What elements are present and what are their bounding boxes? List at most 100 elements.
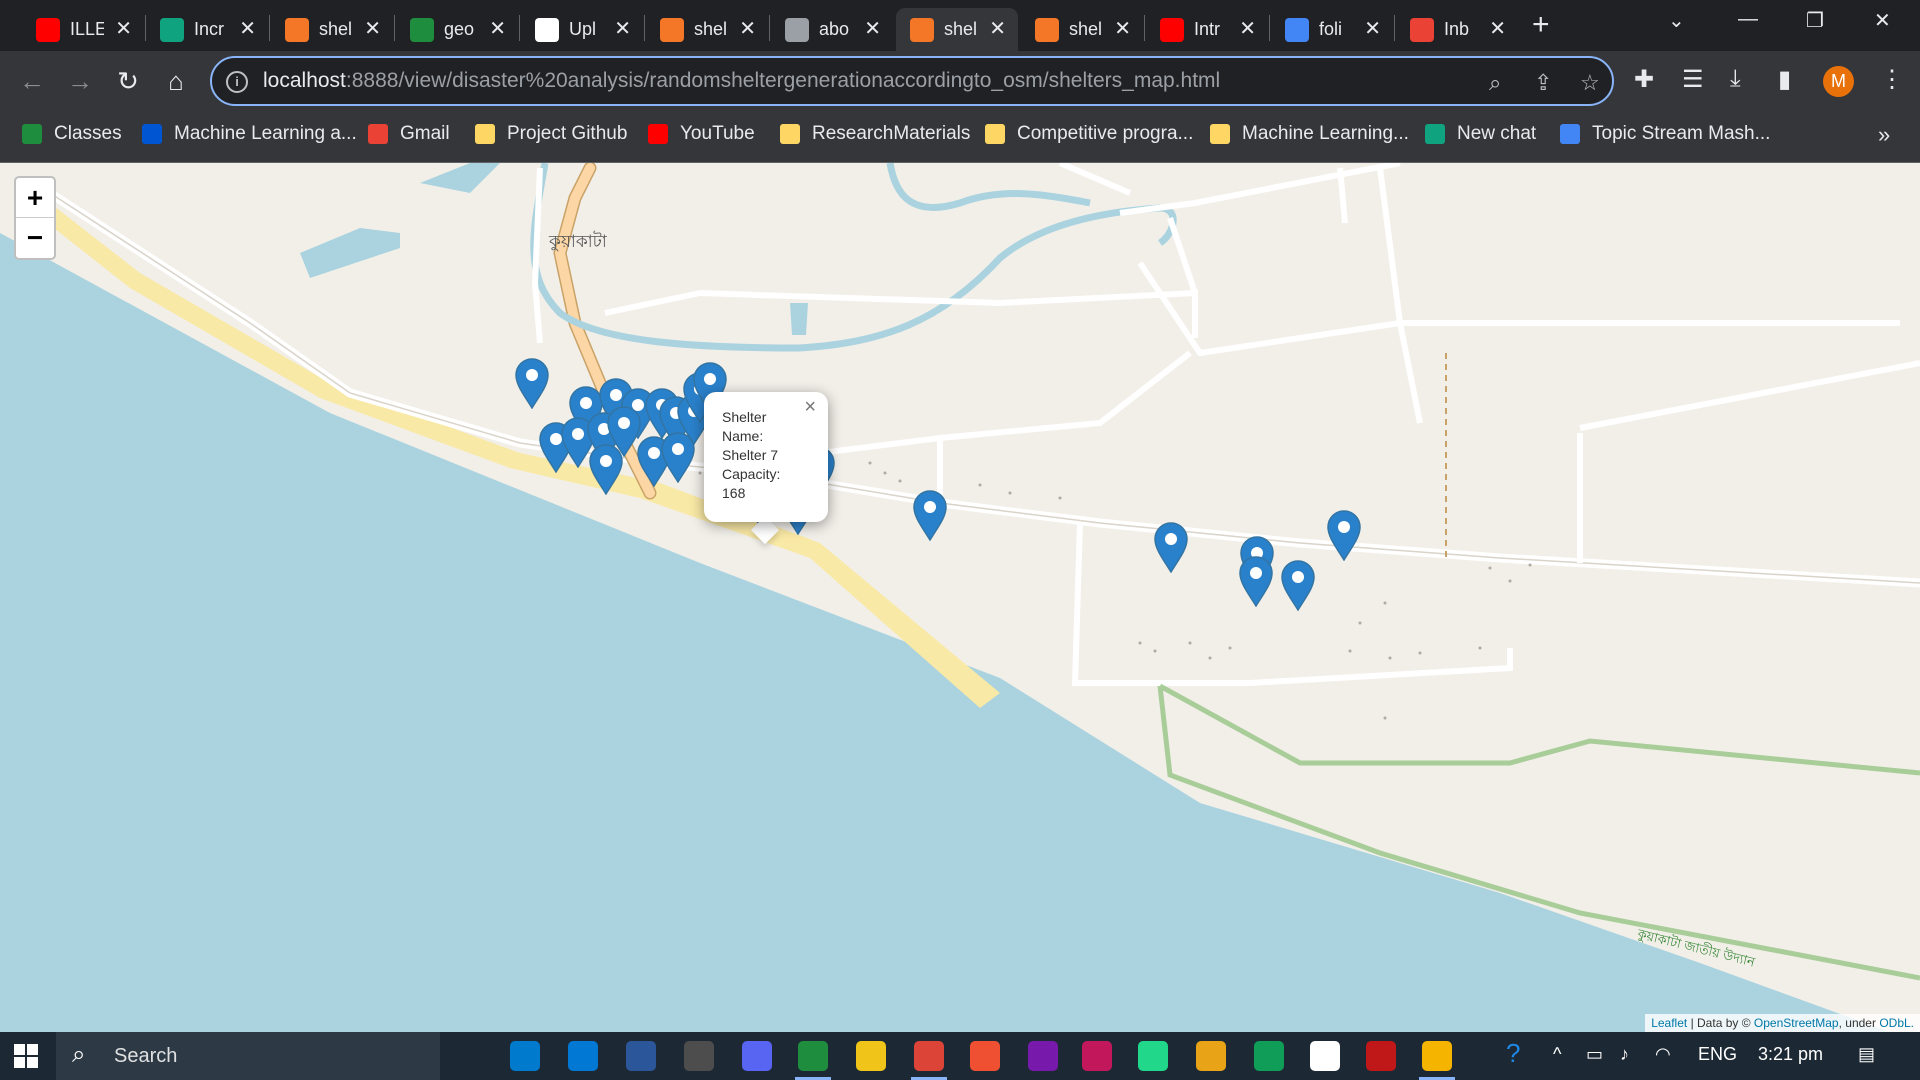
shelter-marker-icon[interactable] xyxy=(912,489,948,542)
vscode-icon[interactable] xyxy=(510,1041,540,1071)
tab-search-chevron-icon[interactable]: ⌄ xyxy=(1668,8,1685,33)
url-text[interactable]: localhost:8888/view/disaster%20analysis/… xyxy=(263,69,1220,93)
bookmark-item[interactable]: Competitive progra... xyxy=(985,123,1193,145)
bookmark-item[interactable]: YouTube xyxy=(648,123,755,145)
share-icon[interactable]: ⇪ xyxy=(1534,70,1552,96)
chrome-icon[interactable] xyxy=(1254,1041,1284,1071)
tab-close-icon[interactable]: ✕ xyxy=(1364,19,1381,39)
shelter-marker-icon[interactable] xyxy=(1153,521,1189,574)
browser-tab[interactable]: shel ✕ xyxy=(896,8,1018,51)
bookmark-item[interactable]: Project Github xyxy=(475,123,627,145)
tab-close-icon[interactable]: ✕ xyxy=(1114,19,1131,39)
bookmark-item[interactable]: Topic Stream Mash... xyxy=(1560,123,1770,145)
tab-close-icon[interactable]: ✕ xyxy=(989,19,1006,39)
notifications-icon[interactable]: ▤ xyxy=(1858,1044,1875,1065)
shelter-marker-icon[interactable] xyxy=(1238,555,1274,608)
reload-icon[interactable]: ↻ xyxy=(112,65,144,97)
bookmark-item[interactable]: Classes xyxy=(22,123,122,145)
browser-tab[interactable]: Incr ✕ xyxy=(146,8,268,51)
site-info-icon[interactable]: i xyxy=(226,71,248,93)
back-arrow-icon[interactable]: ← xyxy=(16,65,48,97)
minimize-icon[interactable]: — xyxy=(1738,8,1758,31)
browser-tab[interactable]: ILLE ✕ xyxy=(22,8,144,51)
leaflet-link[interactable]: Leaflet xyxy=(1651,1016,1687,1030)
tab-close-icon[interactable]: ✕ xyxy=(489,19,506,39)
bookmarks-overflow-button[interactable]: » xyxy=(1878,122,1890,148)
bookmark-item[interactable]: Machine Learning... xyxy=(1210,123,1409,145)
download-icon[interactable]: ⤓ xyxy=(1730,65,1741,93)
profile-avatar[interactable]: M xyxy=(1823,66,1854,97)
zoom-out-button[interactable]: − xyxy=(16,218,54,258)
popup-close-button[interactable]: × xyxy=(804,397,816,417)
new-tab-button[interactable]: + xyxy=(1532,10,1550,40)
browser-tab[interactable]: shel ✕ xyxy=(271,8,393,51)
osm-link[interactable]: OpenStreetMap xyxy=(1754,1016,1839,1030)
tab-close-icon[interactable]: ✕ xyxy=(115,19,132,39)
leaflet-map[interactable]: কুয়াকাটা কুয়াকাটা জাতীয় উদ্যান × Shel… xyxy=(0,163,1920,1032)
shelter-marker-icon[interactable] xyxy=(1326,509,1362,562)
browser-tab[interactable]: shel ✕ xyxy=(646,8,768,51)
windows-start-icon[interactable] xyxy=(14,1044,38,1068)
extensions-puzzle-icon[interactable]: ✚ xyxy=(1634,65,1654,94)
media-queue-icon[interactable]: ☰ xyxy=(1682,65,1704,94)
battery-icon[interactable]: ▭ xyxy=(1586,1044,1603,1065)
tab-close-icon[interactable]: ✕ xyxy=(239,19,256,39)
word-icon[interactable] xyxy=(626,1041,656,1071)
tab-close-icon[interactable]: ✕ xyxy=(864,19,881,39)
bookmark-item[interactable]: ResearchMaterials xyxy=(780,123,970,145)
bookmark-item[interactable]: Machine Learning a... xyxy=(142,123,357,145)
zoom-magnifier-icon[interactable]: ⌕ xyxy=(1489,70,1501,96)
tab-close-icon[interactable]: ✕ xyxy=(1489,19,1506,39)
onenote-icon[interactable] xyxy=(1028,1041,1058,1071)
address-bar[interactable]: i localhost:8888/view/disaster%20analysi… xyxy=(210,56,1614,106)
browser-tab[interactable]: foli ✕ xyxy=(1271,8,1393,51)
tab-title: Intr xyxy=(1194,19,1221,39)
shelter-marker-icon[interactable] xyxy=(1280,559,1316,612)
zoom-in-button[interactable]: + xyxy=(16,178,54,218)
task-view-icon[interactable] xyxy=(452,1041,482,1071)
tray-chevron-icon[interactable]: ^ xyxy=(1553,1044,1561,1065)
browser-tab[interactable]: Upl ✕ xyxy=(521,8,643,51)
tab-close-icon[interactable]: ✕ xyxy=(1239,19,1256,39)
shelter-marker-icon[interactable] xyxy=(514,357,550,410)
tab-close-icon[interactable]: ✕ xyxy=(614,19,631,39)
browser-tab[interactable]: Inb ✕ xyxy=(1396,8,1518,51)
file-explorer-icon[interactable] xyxy=(856,1041,886,1071)
restore-icon[interactable]: ❐ xyxy=(1806,8,1824,33)
layers-app-icon[interactable] xyxy=(1196,1041,1226,1071)
browser-tab[interactable]: geo ✕ xyxy=(396,8,518,51)
language-indicator[interactable]: ENG xyxy=(1698,1044,1737,1065)
photo-app-icon[interactable] xyxy=(1422,1041,1452,1071)
discord-icon[interactable] xyxy=(742,1041,772,1071)
odbl-link[interactable]: ODbL. xyxy=(1879,1016,1914,1030)
bookmark-item[interactable]: Gmail xyxy=(368,123,450,145)
shelter-marker-icon[interactable] xyxy=(588,443,624,496)
mail-icon[interactable] xyxy=(568,1041,598,1071)
pycharm-icon[interactable] xyxy=(1138,1041,1168,1071)
volume-icon[interactable]: ♪ xyxy=(1620,1044,1629,1065)
help-icon[interactable]: ? xyxy=(1506,1038,1520,1069)
wifi-icon[interactable]: ◠ xyxy=(1655,1044,1671,1065)
browser-tab[interactable]: Intr ✕ xyxy=(1146,8,1268,51)
taskbar-search[interactable]: ⌕ Search xyxy=(56,1032,440,1080)
home-icon[interactable]: ⌂ xyxy=(160,65,192,97)
browser-tab[interactable]: abo ✕ xyxy=(771,8,893,51)
chrome-icon[interactable] xyxy=(798,1041,828,1071)
terminal-icon[interactable] xyxy=(684,1041,714,1071)
shelter-marker-icon[interactable] xyxy=(660,431,696,484)
screen-record-icon[interactable] xyxy=(1082,1041,1112,1071)
kebab-menu-icon[interactable]: ⋮ xyxy=(1880,65,1904,94)
browser-tab[interactable]: shel ✕ xyxy=(1021,8,1143,51)
forward-arrow-icon[interactable]: → xyxy=(64,65,96,97)
bookmark-star-icon[interactable]: ☆ xyxy=(1580,70,1600,96)
git-icon[interactable] xyxy=(970,1041,1000,1071)
tab-close-icon[interactable]: ✕ xyxy=(364,19,381,39)
side-panel-icon[interactable]: ▮ xyxy=(1778,65,1791,94)
chrome-icon[interactable] xyxy=(914,1041,944,1071)
mcafee-icon[interactable] xyxy=(1366,1041,1396,1071)
notion-icon[interactable] xyxy=(1310,1041,1340,1071)
bookmark-item[interactable]: New chat xyxy=(1425,123,1536,145)
close-window-icon[interactable]: ✕ xyxy=(1874,8,1891,33)
clock[interactable]: 3:21 pm xyxy=(1758,1044,1823,1065)
tab-close-icon[interactable]: ✕ xyxy=(739,19,756,39)
